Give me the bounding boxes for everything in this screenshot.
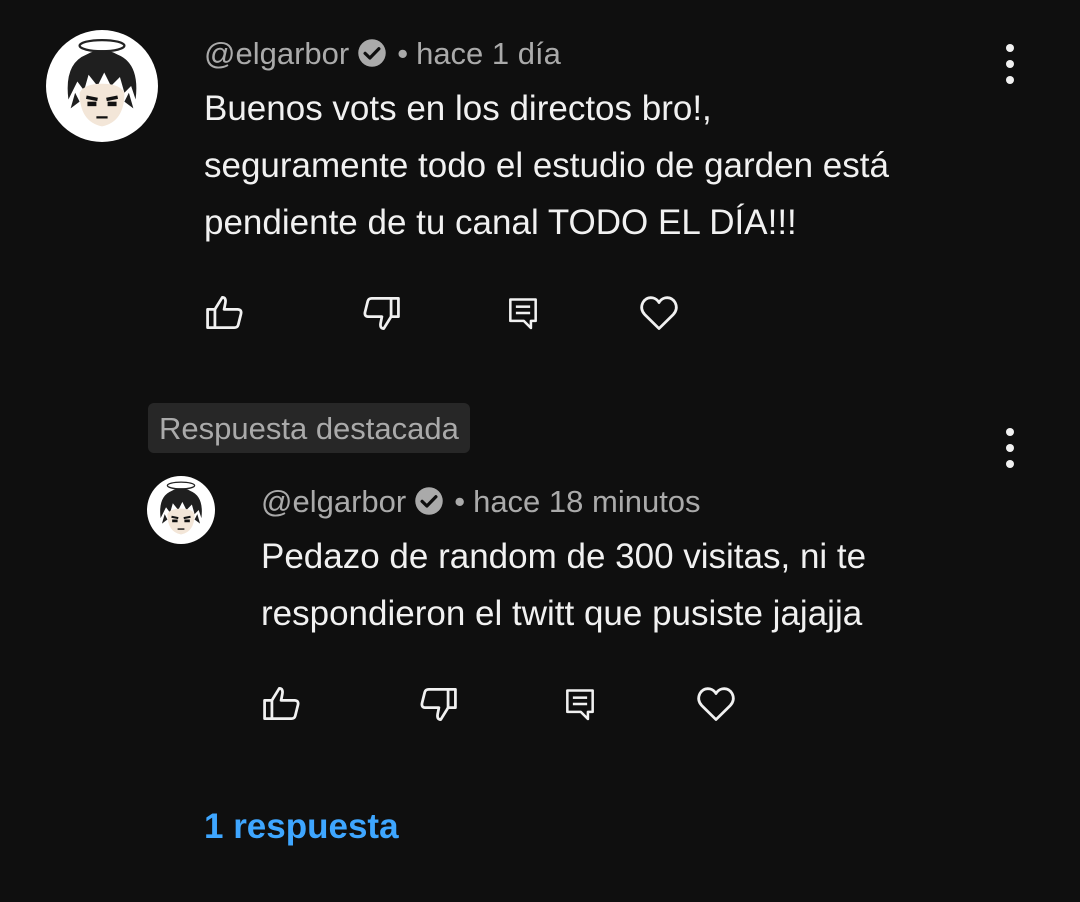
reply-button[interactable] [500,290,546,336]
heart-button[interactable] [636,290,682,336]
dislike-button[interactable] [415,681,461,727]
meta-separator: • [454,483,466,519]
like-button[interactable] [202,290,248,336]
highlighted-reply-badge: Respuesta destacada [148,403,470,453]
author-name[interactable]: @elgarbor [261,486,406,517]
reply-comment: @elgarbor • hace 18 minutos Pedazo de ra… [0,460,1080,760]
comment-text: Buenos vots en los directos bro!, segura… [204,89,889,242]
dislike-icon [420,687,457,721]
reply-button[interactable] [557,681,603,727]
reply-text: Pedazo de random de 300 visitas, ni te r… [261,537,867,633]
verified-check-icon [357,38,387,68]
heart-button[interactable] [693,681,739,727]
reply-icon [566,689,594,721]
comment-time[interactable]: hace 1 día [416,38,561,69]
dislike-button[interactable] [358,290,404,336]
reply-time[interactable]: hace 18 minutos [473,486,700,517]
comment-meta: @elgarbor • hace 1 día [204,37,561,69]
author-name[interactable]: @elgarbor [204,38,349,69]
dislike-icon [363,296,400,330]
verified-check-icon [414,486,444,516]
view-replies-link[interactable]: 1 respuesta [204,807,399,847]
avatar[interactable] [147,476,215,544]
reply-icon [509,298,537,330]
more-vert-icon[interactable] [1000,44,1020,84]
reply-meta: @elgarbor • hace 18 minutos [261,485,701,517]
heart-icon [640,296,678,330]
avatar[interactable] [46,30,158,142]
heart-icon [697,687,735,721]
like-icon [206,296,243,330]
like-icon [263,687,300,721]
comment: @elgarbor • hace 1 día Buenos vots en lo… [0,0,1080,380]
like-button[interactable] [259,681,305,727]
meta-separator: • [397,35,409,71]
